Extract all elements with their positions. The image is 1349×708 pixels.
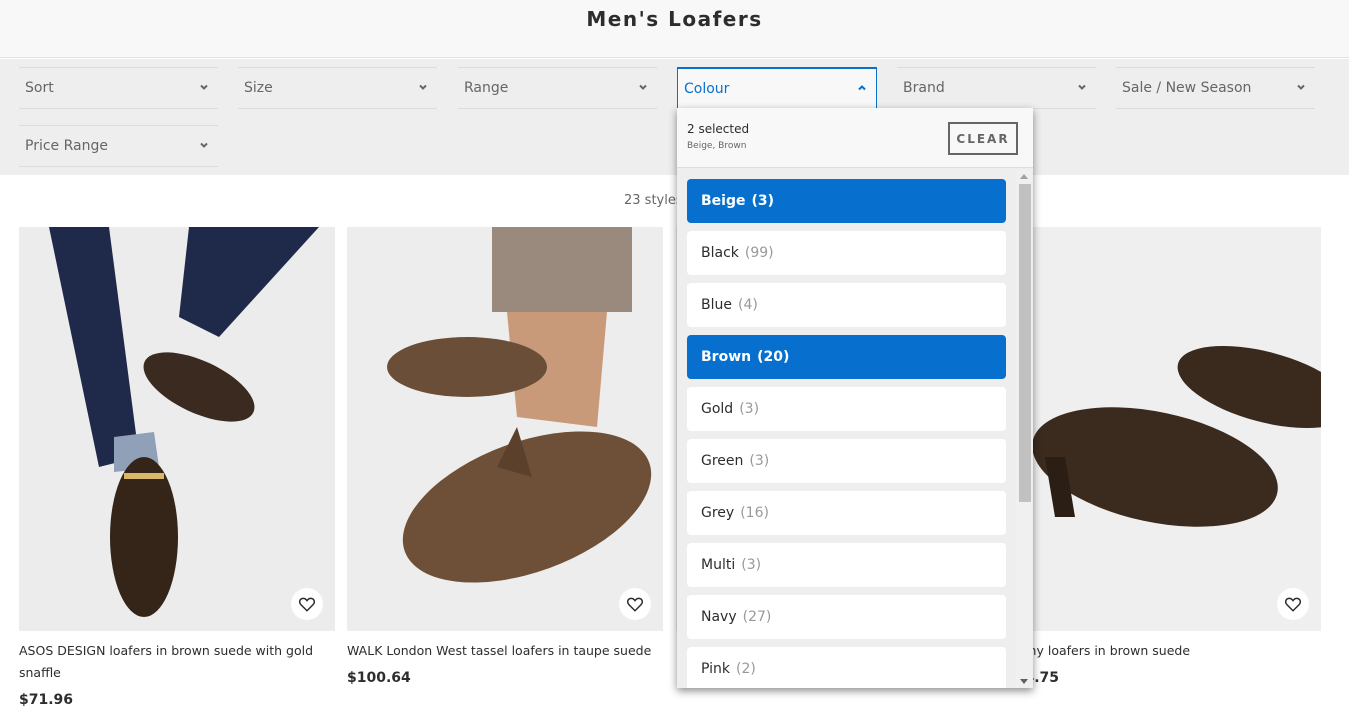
filter-sale-new-season[interactable]: Sale / New Season [1116, 67, 1315, 109]
product-card[interactable]: ASOS DESIGN loafers in brown suede with … [19, 227, 335, 708]
page-header: Men's Loafers [0, 0, 1349, 58]
filter-range[interactable]: Range [458, 67, 657, 109]
product-name[interactable]: penny loafers in brown suede [1005, 640, 1321, 662]
product-card[interactable]: WALK London West tassel loafers in taupe… [347, 227, 663, 686]
filter-bar: Sort Size Range Colour Brand Sale / New … [0, 59, 1349, 175]
filter-price-range[interactable]: Price Range [19, 125, 218, 167]
filter-label: Sale / New Season [1122, 80, 1252, 96]
option-count: (3) [739, 401, 760, 417]
option-count: (27) [742, 609, 772, 625]
heart-icon [626, 597, 644, 612]
chevron-down-icon [200, 84, 208, 90]
option-count: (2) [736, 661, 756, 677]
colour-option-pink[interactable]: Pink (2) [687, 647, 1006, 688]
option-name: Grey [701, 505, 735, 521]
scroll-up-arrow-icon[interactable] [1020, 174, 1028, 179]
option-name: Brown [701, 349, 752, 365]
colour-option-brown[interactable]: Brown (20) [687, 335, 1006, 379]
chevron-up-icon [858, 85, 866, 91]
product-photo [347, 227, 663, 631]
chevron-down-icon [639, 84, 647, 90]
option-count: (3) [749, 453, 770, 469]
option-name: Pink [701, 661, 731, 677]
filter-label: Price Range [25, 138, 108, 154]
colour-option-black[interactable]: Black (99) [687, 231, 1006, 275]
option-name: Beige [701, 193, 746, 209]
filter-label: Brand [903, 80, 945, 96]
colour-option-grey[interactable]: Grey (16) [687, 491, 1006, 535]
filter-colour[interactable]: Colour [677, 67, 877, 109]
product-name[interactable]: WALK London West tassel loafers in taupe… [347, 640, 663, 662]
selected-names: Beige, Brown [687, 141, 747, 151]
option-count: (99) [744, 245, 774, 261]
product-image[interactable] [1005, 227, 1321, 631]
option-name: Navy [701, 609, 737, 625]
scroll-down-arrow-icon[interactable] [1020, 679, 1028, 684]
product-price: $71.96 [19, 692, 74, 708]
filter-sort[interactable]: Sort [19, 67, 218, 109]
filter-label: Sort [25, 80, 54, 96]
chevron-down-icon [200, 142, 208, 148]
product-image[interactable] [347, 227, 663, 631]
chevron-down-icon [1078, 84, 1086, 90]
filter-label: Colour [684, 80, 730, 97]
save-for-later-button[interactable] [1277, 588, 1309, 620]
scrollbar-thumb[interactable] [1019, 184, 1031, 502]
heart-icon [1284, 597, 1302, 612]
page-title: Men's Loafers [586, 7, 763, 31]
chevron-down-icon [1297, 84, 1305, 90]
option-name: Gold [701, 401, 734, 417]
save-for-later-button[interactable] [619, 588, 651, 620]
option-count: (20) [757, 349, 790, 365]
colour-options-list: Beige (3) Black (99) Blue (4) Brown (20) Gol… [687, 179, 1006, 688]
option-name: Black [701, 245, 739, 261]
selected-count: 2 selected [687, 122, 750, 136]
option-count: (3) [751, 193, 775, 209]
results-count: 23 styles [624, 193, 683, 208]
product-price: $84.75 [1005, 670, 1321, 686]
option-name: Green [701, 453, 744, 469]
product-name[interactable]: ASOS DESIGN loafers in brown suede with … [19, 640, 335, 684]
product-photo [1005, 227, 1321, 631]
filter-brand[interactable]: Brand [897, 67, 1096, 109]
colour-dropdown-panel: 2 selected Beige, Brown CLEAR Beige (3) B… [677, 108, 1033, 688]
colour-option-navy[interactable]: Navy (27) [687, 595, 1006, 639]
heart-icon [298, 597, 316, 612]
option-count: (3) [741, 557, 762, 573]
colour-option-gold[interactable]: Gold (3) [687, 387, 1006, 431]
product-price: $100.64 [347, 670, 411, 686]
product-image[interactable] [19, 227, 335, 631]
dropdown-summary: 2 selected Beige, Brown CLEAR [677, 108, 1033, 168]
colour-option-blue[interactable]: Blue (4) [687, 283, 1006, 327]
filter-size[interactable]: Size [238, 67, 437, 109]
product-photo [19, 227, 335, 631]
product-card[interactable]: penny loafers in brown suede $84.75 [1005, 227, 1321, 686]
colour-option-beige[interactable]: Beige (3) [687, 179, 1006, 223]
save-for-later-button[interactable] [291, 588, 323, 620]
option-name: Blue [701, 297, 732, 313]
clear-button[interactable]: CLEAR [948, 122, 1018, 155]
filter-label: Size [244, 80, 273, 96]
chevron-down-icon [419, 84, 427, 90]
option-count: (16) [740, 505, 769, 521]
colour-option-green[interactable]: Green (3) [687, 439, 1006, 483]
option-name: Multi [701, 557, 736, 573]
dropdown-scrollbar[interactable] [1016, 170, 1032, 688]
filter-label: Range [464, 80, 509, 96]
option-count: (4) [737, 297, 758, 313]
colour-option-multi[interactable]: Multi (3) [687, 543, 1006, 587]
